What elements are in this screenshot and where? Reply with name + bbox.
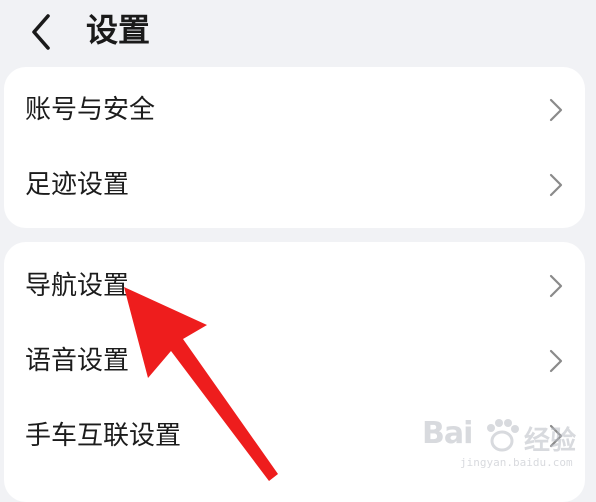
settings-item-label: 手车互联设置 (25, 421, 182, 451)
settings-item-car-connect[interactable]: 手车互联设置 (4, 405, 585, 467)
header: 设置 (0, 0, 596, 62)
chevron-right-icon (549, 98, 563, 122)
chevron-right-icon (549, 424, 563, 448)
settings-item-label: 账号与安全 (25, 95, 156, 125)
settings-item-account-security[interactable]: 账号与安全 (4, 79, 585, 141)
settings-item-footprint[interactable]: 足迹设置 (4, 154, 585, 216)
page-title: 设置 (86, 11, 151, 49)
chevron-left-icon (32, 14, 50, 50)
settings-group-navigation: 导航设置 语音设置 手车互联设置 (4, 242, 585, 502)
settings-item-label: 导航设置 (25, 271, 130, 301)
settings-item-voice[interactable]: 语音设置 (4, 330, 585, 392)
chevron-right-icon (549, 349, 563, 373)
settings-group-account: 账号与安全 足迹设置 (4, 67, 585, 228)
settings-item-navigation[interactable]: 导航设置 (4, 255, 585, 317)
settings-item-label: 足迹设置 (25, 170, 130, 200)
settings-item-label: 语音设置 (25, 346, 130, 376)
chevron-right-icon (549, 173, 563, 197)
back-button[interactable] (24, 12, 64, 52)
chevron-right-icon (549, 274, 563, 298)
